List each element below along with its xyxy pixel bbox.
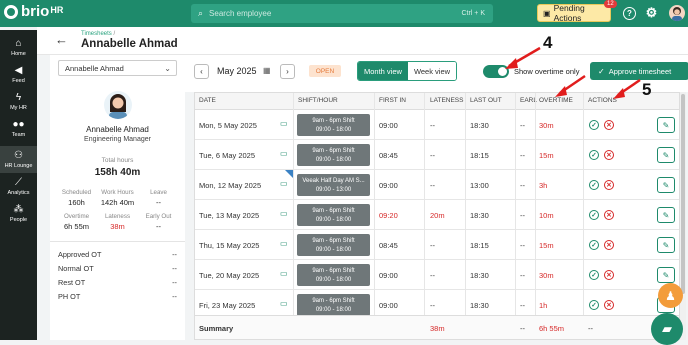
annotation-arrow-4 (505, 46, 541, 69)
chat-button[interactable]: ▰ (651, 313, 683, 345)
person-icon: ♟ (665, 288, 676, 303)
annotation-arrows (505, 46, 641, 99)
annotation-label-4: 4 (543, 33, 553, 52)
chat-icon: ▰ (662, 321, 672, 336)
annotation-label-5: 5 (642, 80, 652, 99)
help-person-button[interactable]: ♟ (658, 283, 683, 308)
annotation-arrow-5-right (613, 78, 641, 99)
annotation-arrow-5-left (555, 74, 586, 97)
